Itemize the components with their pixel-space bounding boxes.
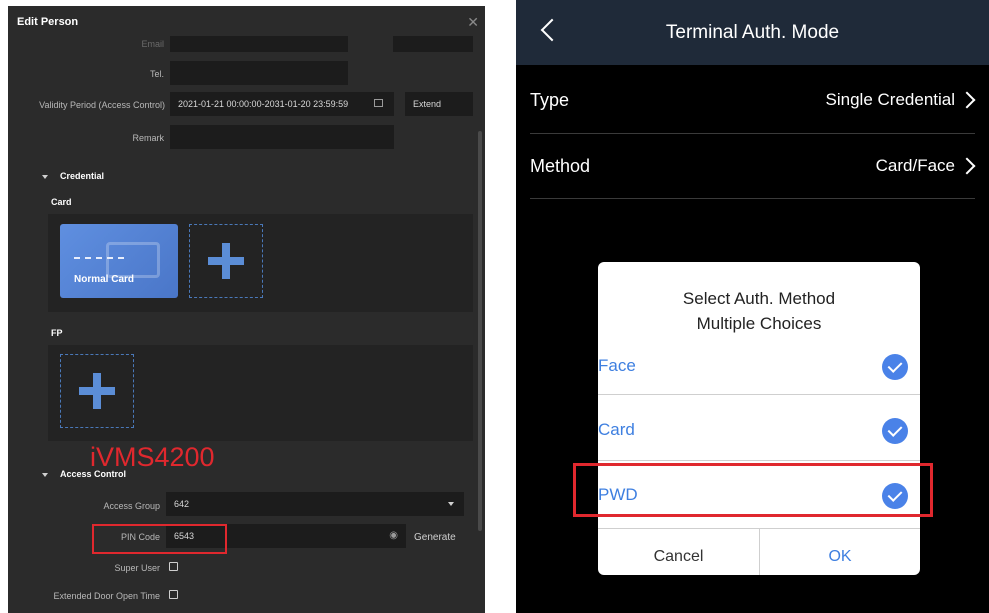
method-label: Method: [530, 156, 591, 176]
option-card-label[interactable]: Card: [598, 420, 635, 440]
remark-label: Remark: [132, 133, 164, 143]
email-field[interactable]: [170, 36, 348, 52]
dialog-title: Select Auth. Method: [682, 289, 836, 308]
chevron-right-icon[interactable]: [958, 91, 976, 109]
screen-title: Terminal Auth. Mode: [665, 22, 840, 43]
chevron-right-icon[interactable]: [958, 157, 976, 175]
extend-button[interactable]: Extend: [405, 92, 473, 116]
close-icon[interactable]: ✕: [467, 14, 479, 31]
scrollbar[interactable]: [478, 131, 482, 531]
access-group-value: 642: [174, 499, 190, 509]
access-control-label: Access Control: [60, 469, 127, 479]
check-icon[interactable]: [882, 354, 908, 380]
tel-label: Tel.: [149, 69, 164, 79]
edit-person-window: Edit Person ✕ Email Tel. Validity Period…: [8, 6, 485, 613]
dropdown-arrow-icon: [448, 502, 454, 506]
check-icon[interactable]: [882, 418, 908, 444]
super-user-label: Super User: [114, 563, 160, 573]
title-bar: [8, 6, 485, 36]
tel-input[interactable]: [170, 61, 348, 85]
validity-input[interactable]: 2021-01-21 00:00:00-2031-01-20 23:59:59: [170, 92, 394, 116]
extended-door-checkbox[interactable]: [169, 590, 178, 599]
email-label: Email: [141, 39, 164, 49]
type-value[interactable]: Single Credential: [826, 90, 955, 110]
pwd-highlight-box: [573, 463, 933, 517]
cancel-button[interactable]: Cancel: [598, 539, 759, 575]
fp-heading: FP: [51, 328, 63, 338]
credential-section-label: Credential: [60, 171, 105, 181]
divider: [598, 460, 920, 461]
access-group-label: Access Group: [103, 501, 160, 511]
terminal-screen: Terminal Auth. Mode Type Single Credenti…: [516, 0, 989, 613]
select-auth-method-dialog: Select Auth. Method Multiple Choices Fac…: [598, 262, 920, 575]
validity-label: Validity Period (Access Control): [39, 100, 165, 110]
divider: [530, 198, 975, 199]
credential-section-header[interactable]: Credential: [42, 171, 104, 181]
ok-button[interactable]: OK: [760, 539, 920, 575]
method-value[interactable]: Card/Face: [876, 156, 955, 176]
pin-highlight-box: [92, 524, 227, 554]
validity-value: 2021-01-21 00:00:00-2031-01-20 23:59:59: [178, 99, 349, 109]
access-control-section-header[interactable]: Access Control: [42, 469, 126, 479]
super-user-checkbox[interactable]: [169, 562, 178, 571]
card-number-mask: [74, 257, 124, 262]
card-label: Normal Card: [74, 274, 135, 285]
watermark-text: iVMS4200: [90, 442, 215, 472]
dialog-subtitle: Multiple Choices: [696, 314, 822, 333]
access-group-select[interactable]: 642: [166, 492, 464, 516]
collapse-triangle-icon: [42, 174, 48, 179]
eye-icon[interactable]: ◉: [389, 530, 398, 541]
extended-door-label: Extended Door Open Time: [53, 591, 160, 601]
card-heading: Card: [51, 197, 72, 207]
collapse-triangle-icon: [42, 472, 48, 477]
generate-button[interactable]: Generate: [414, 532, 456, 543]
add-fingerprint-button[interactable]: [60, 354, 134, 428]
calendar-icon[interactable]: [374, 99, 383, 107]
option-face-label[interactable]: Face: [598, 356, 636, 376]
divider: [530, 133, 975, 134]
window-title: Edit Person: [17, 16, 79, 28]
remark-input[interactable]: [170, 125, 394, 149]
type-label: Type: [530, 90, 570, 110]
divider: [598, 394, 920, 395]
email-extra-field[interactable]: [393, 36, 473, 52]
normal-card[interactable]: Normal Card: [60, 224, 178, 298]
add-card-button[interactable]: [189, 224, 263, 298]
